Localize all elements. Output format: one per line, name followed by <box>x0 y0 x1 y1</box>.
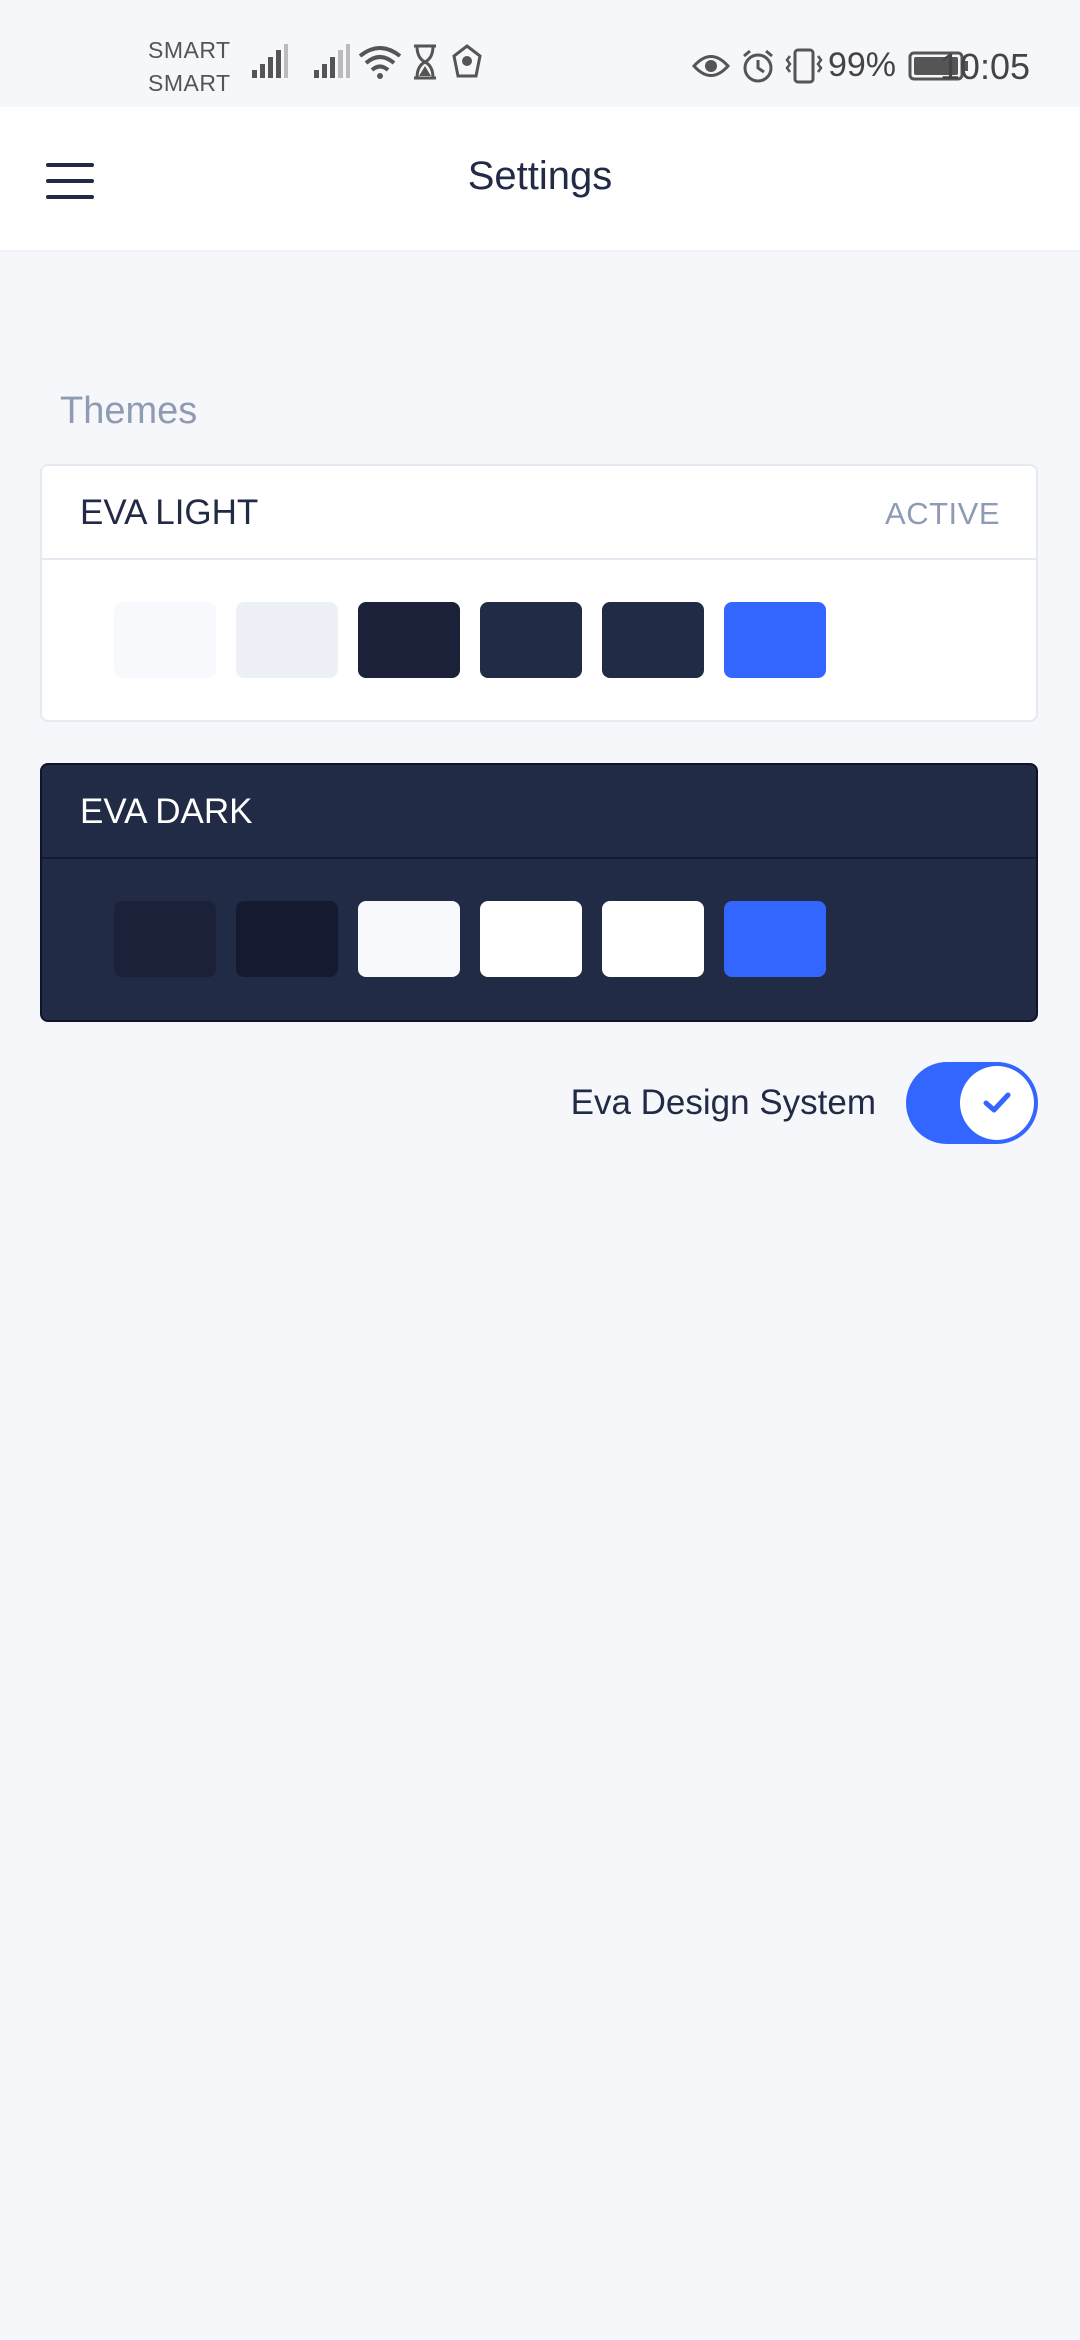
color-swatch <box>236 901 338 977</box>
color-swatch <box>480 901 582 977</box>
color-swatches <box>114 602 846 678</box>
section-title-themes: Themes <box>60 390 198 432</box>
design-system-toggle[interactable] <box>906 1062 1038 1144</box>
color-swatch <box>724 901 826 977</box>
status-icons-right: 99% <box>691 46 970 85</box>
carrier-2: SMART <box>148 70 231 96</box>
theme-name: EVA DARK <box>80 792 253 831</box>
hourglass-icon <box>414 44 436 80</box>
carrier-label: SMART SMART <box>148 34 231 100</box>
toggle-label: Eva Design System <box>570 1083 876 1122</box>
signal-icon <box>314 44 350 78</box>
battery-percent: 99% <box>827 46 896 84</box>
color-swatch <box>602 901 704 977</box>
status-time: 10:05 <box>939 46 1030 87</box>
color-swatch <box>236 602 338 678</box>
design-system-toggle-row: Eva Design System <box>571 1062 1038 1144</box>
toggle-knob <box>960 1066 1034 1140</box>
checkmark-icon <box>983 1092 1011 1113</box>
status-icons-left <box>250 44 482 80</box>
color-swatch <box>358 901 460 977</box>
color-swatch <box>358 602 460 678</box>
theme-name: EVA LIGHT <box>80 493 259 532</box>
color-swatch <box>724 602 826 678</box>
page-title: Settings <box>467 154 613 198</box>
app-header: Settings <box>0 107 1080 252</box>
color-swatch <box>114 901 216 977</box>
vibrate-icon <box>785 48 823 83</box>
app-icon <box>452 44 482 78</box>
alarm-icon <box>742 49 773 82</box>
color-swatch <box>602 602 704 678</box>
color-swatches <box>114 901 846 977</box>
color-swatch <box>480 602 582 678</box>
status-bar: SMART SMART 99% 10:05 <box>0 0 1080 107</box>
wifi-icon <box>358 46 402 79</box>
theme-card-eva-light[interactable]: EVA LIGHT ACTIVE <box>40 464 1038 722</box>
active-badge: ACTIVE <box>885 496 1000 531</box>
signal-icon <box>252 44 288 78</box>
theme-card-header: EVA DARK <box>42 765 1036 859</box>
eye-icon <box>691 54 730 77</box>
theme-card-eva-dark[interactable]: EVA DARK <box>40 763 1038 1022</box>
carrier-1: SMART <box>148 37 231 63</box>
theme-card-header: EVA LIGHT ACTIVE <box>42 466 1036 560</box>
color-swatch <box>114 602 216 678</box>
